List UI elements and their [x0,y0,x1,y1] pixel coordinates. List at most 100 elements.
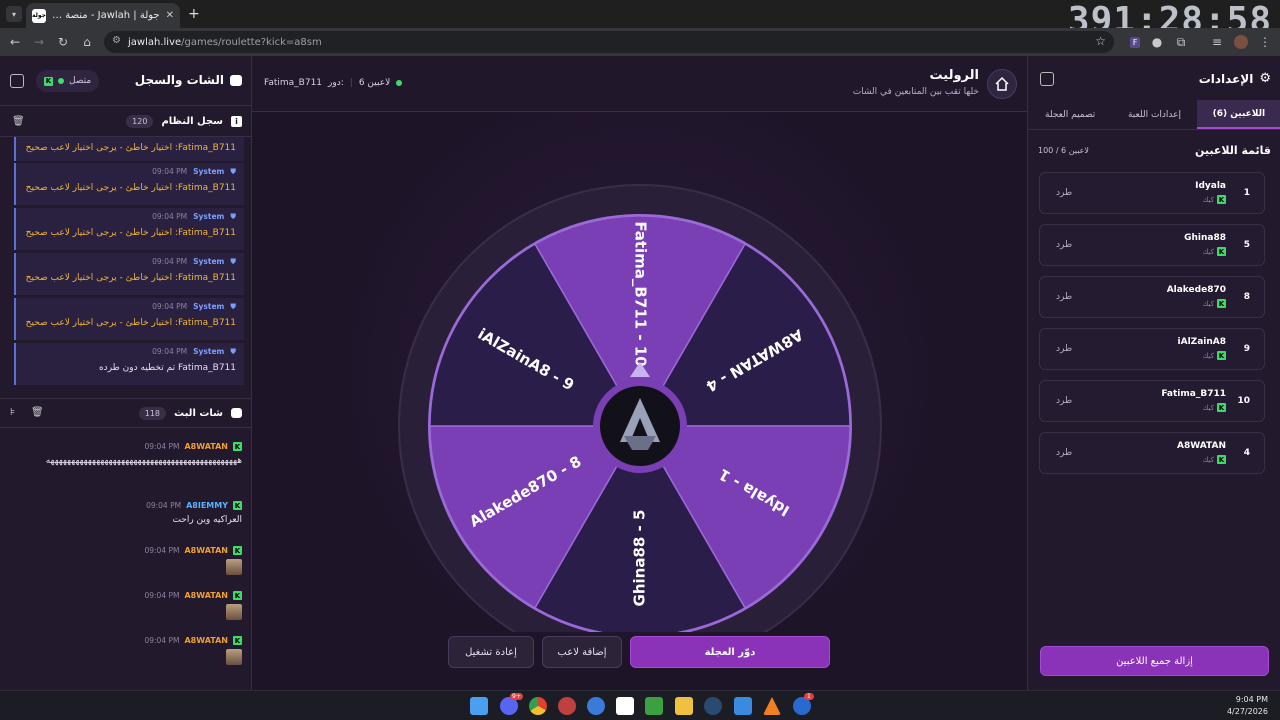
chat-panel-title: الشات والسجل [134,73,224,87]
tab-wheel-design[interactable]: تصميم العجلة [1028,100,1112,129]
turn-label: دور: [328,78,344,88]
start-menu-icon[interactable] [470,697,488,715]
wheel-segment-label: Fatima_B711 - 10 [632,221,650,366]
gear-icon: ⚙ [1259,71,1271,86]
clear-chat-trash-icon[interactable]: 🗑 [31,407,44,418]
extensions-puzzle-icon[interactable]: ⧉ [1172,33,1190,51]
player-card: 4 A8WATAN كيك K طرد [1039,432,1265,474]
browser-menu-icon[interactable]: ⋮ [1256,33,1274,51]
stream-chat-list[interactable]: 09:04 PM A8WATAN K ههههههههههههههههههههههه… [0,429,252,684]
stream-chat-title: شات البث [174,407,223,419]
browser-tab[interactable]: جولة جولة | Jawlah - منصة الألعاب الت...… [26,3,180,28]
kick-player-button[interactable]: طرد [1056,188,1072,198]
chat-username[interactable]: A8WATAN [184,636,228,645]
kick-badge-icon: K [233,442,242,451]
tab-players[interactable]: اللاعبين (6) [1196,100,1280,129]
tab-search-button[interactable]: ▾ [6,6,22,22]
kick-player-button[interactable]: طرد [1056,396,1072,406]
vlc-icon[interactable] [763,697,781,715]
app-icon[interactable] [558,697,576,715]
steam-icon[interactable] [704,697,722,715]
player-platform: كيك K [1203,455,1226,464]
player-name: A8WATAN [1177,441,1226,451]
chat-username[interactable]: A8WATAN [184,546,228,555]
settings-tabs: اللاعبين (6) إعدادات اللعبة تصميم العجلة [1028,100,1280,130]
collapse-chat-icon[interactable] [10,74,24,88]
chat-message: 09:04 PM A8WATAN K [10,636,242,676]
remove-all-players-button[interactable]: إزالة جميع اللاعبين [1040,646,1269,676]
minecraft-icon[interactable] [645,697,663,715]
bookmark-star-icon[interactable]: ☆ [1095,34,1106,48]
tab-game-settings[interactable]: إعدادات اللعبة [1112,100,1196,129]
player-platform: كيك K [1203,299,1226,308]
address-bar[interactable]: ⚙ jawlah.live/games/roulette?kick=a8sm ☆ [104,31,1114,53]
file-explorer-icon[interactable] [675,697,693,715]
player-card: 9 iAlZainA8 كيك K طرد [1039,328,1265,370]
chat-message-text: العراكيه وين راحت [172,515,242,525]
chat-message: 09:04 PM A8WATAN K [10,591,242,631]
message-time: 09:04 PM [152,302,188,311]
message-sender: System [193,167,225,176]
kick-player-button[interactable]: طرد [1056,448,1072,458]
clear-log-trash-icon[interactable]: 🗑 [12,116,25,127]
kick-player-button[interactable]: طرد [1056,240,1072,250]
platform-label: كيك [1202,195,1214,204]
message-time: 09:04 PM [144,546,180,555]
new-tab-button[interactable]: + [188,6,200,22]
edge-icon[interactable] [587,697,605,715]
profile-avatar[interactable] [1232,33,1250,51]
kick-badge-icon: K [233,501,242,510]
chat-username[interactable]: A8WATAN [184,442,228,451]
os-taskbar: 9+ 1 9:04 PM 4/27/2026 [0,690,1280,720]
extension-f-icon[interactable]: F [1126,33,1144,51]
extension-cookie-icon[interactable]: ● [1148,33,1166,51]
kick-player-button[interactable]: طرد [1056,344,1072,354]
site-info-icon[interactable]: ⚙ [112,35,121,46]
system-clock[interactable]: 9:04 PM 4/27/2026 [1227,694,1268,718]
system-message-text: Fatima_B711: اختيار خاطئ - يرجى اختيار ل… [25,143,236,153]
emote-image [226,604,242,620]
reading-list-icon[interactable]: ≡ [1208,33,1226,51]
system-message-text: Fatima_B711: اختيار خاطئ - يرجى اختيار ل… [25,228,236,238]
spin-wheel-button[interactable]: دوّر العجلة [630,636,830,668]
message-sender: System [193,257,225,266]
chat-message: 09:04 PM A8WATAN K ههههههههههههههههههههههه… [10,442,242,466]
kick-badge-icon: K [233,636,242,645]
home-button[interactable] [987,69,1017,99]
chat-bubble-icon [231,408,242,418]
system-message-text: Fatima_B711: اختيار خاطئ - يرجى اختيار ل… [25,273,236,283]
platform-label: كيك [1202,403,1214,412]
player-name: iAlZainA8 [1177,337,1226,347]
game-subtitle: خلها تقب بين المتابعين في الشات [852,87,979,97]
capcut-icon[interactable] [616,697,634,715]
system-log-title: سجل النظام [161,116,223,127]
system-message-text: Fatima_B711 تم تخطيه دون طرده [98,363,236,373]
kick-icon: K [1217,195,1226,204]
add-player-button[interactable]: إضافة لاعب [542,636,622,668]
close-tab-icon[interactable]: ✕ [166,10,174,21]
home-icon[interactable]: ⌂ [78,33,96,51]
chat-panel: K متصل الشات والسجل 🗑 120 سجل النظام i F… [0,56,252,690]
player-rank: 4 [1243,448,1250,458]
chrome-icon[interactable] [529,697,547,715]
roulette-wheel[interactable]: Fatima_B711 - 10 A8WATAN - 4Idyala - 1Ghi… [252,112,1027,632]
collapse-settings-icon[interactable] [1040,72,1054,86]
restart-button[interactable]: إعادة تشغيل [448,636,534,668]
chat-filter-icon[interactable]: ⊧ [10,407,15,418]
chat-username[interactable]: A8WATAN [184,591,228,600]
kick-icon: K [1217,455,1226,464]
remote-desktop-icon[interactable] [734,697,752,715]
system-log-list[interactable]: Fatima_B711: اختيار خاطئ - يرجى اختيار ل… [0,137,252,397]
back-icon[interactable]: ← [6,33,24,51]
player-card: 8 Alakede870 كيك K طرد [1039,276,1265,318]
chat-bubble-icon [230,74,242,86]
shield-icon: ⛊ [230,257,236,266]
forward-icon[interactable]: → [30,33,48,51]
reload-icon[interactable]: ↻ [54,33,72,51]
system-message: 09:04 PM System ⛊ Fatima_B711: اختيار خاطئ… [14,298,244,340]
chat-username[interactable]: A8IEMMY [186,501,228,510]
player-platform: كيك K [1203,195,1226,204]
kick-player-button[interactable]: طرد [1056,292,1072,302]
shield-icon: ⛊ [230,347,236,356]
clock-time: 9:04 PM [1235,695,1268,704]
